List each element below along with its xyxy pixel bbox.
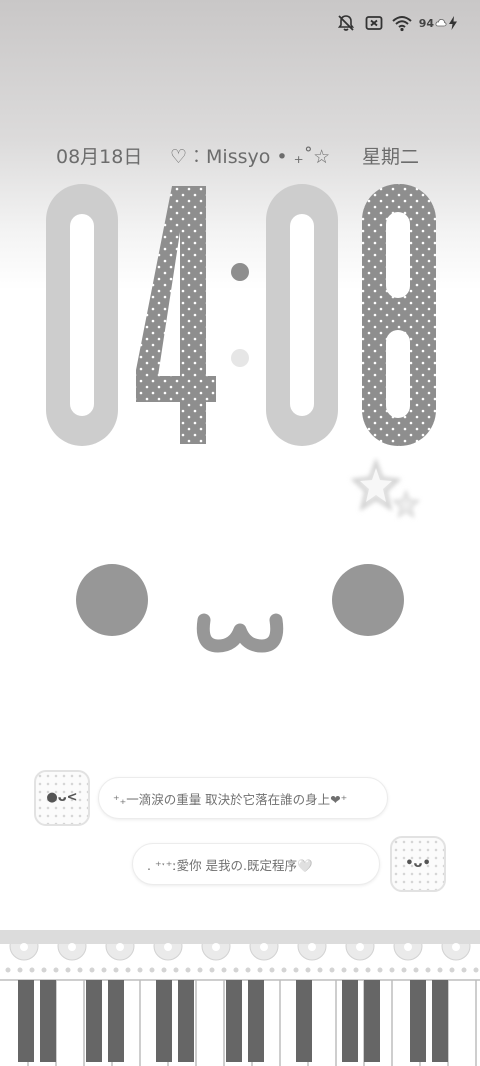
right-eye <box>332 564 404 636</box>
clock-minute-tens <box>266 184 338 446</box>
avatar: ●ᴗ< <box>34 770 90 826</box>
signature-label: ♡︰Missyo • ₊˚☆ <box>170 146 331 168</box>
clock[interactable] <box>0 180 480 450</box>
clock-hour-tens <box>46 184 118 446</box>
avatar: •ᴗ• <box>390 836 446 892</box>
battery-cloud-icon <box>435 19 447 27</box>
battery-indicator: 94 <box>419 16 458 30</box>
no-sim-icon <box>363 12 385 34</box>
status-bar: 94 <box>335 12 458 34</box>
left-eye <box>76 564 148 636</box>
lace-border-decoration <box>0 930 480 973</box>
avatar-face: ●ᴗ< <box>46 790 78 805</box>
message-bubble[interactable]: ⁺₊一滴淚の重量 取決於它落在誰の身上❤⁺ <box>98 777 388 819</box>
wifi-icon <box>391 12 413 34</box>
sparkle-stars-icon <box>350 457 421 519</box>
weekday-label: 星期二 <box>362 146 420 168</box>
charging-bolt-icon <box>449 16 457 30</box>
clock-hour-ones <box>136 186 216 444</box>
message-text: ⁺₊一滴淚の重量 取決於它落在誰の身上❤⁺ <box>113 791 348 807</box>
avatar-face: •ᴗ• <box>405 856 431 871</box>
message-text: . ⁺ˑ⁺ː愛你 是我の.既定程序🤍 <box>147 857 313 873</box>
date-label: 08月18日 <box>56 146 143 168</box>
piano-keys-decoration <box>0 978 480 1066</box>
message-bubble[interactable]: . ⁺ˑ⁺ː愛你 是我の.既定程序🤍 <box>132 843 380 885</box>
clock-minute-ones <box>362 184 436 446</box>
muted-bell-icon <box>335 12 357 34</box>
face-mouth <box>196 613 284 653</box>
info-line: 08月18日 ♡︰Missyo • ₊˚☆ 星期二 <box>0 142 480 172</box>
clock-colon <box>231 263 249 367</box>
battery-level: 94 <box>418 16 434 30</box>
